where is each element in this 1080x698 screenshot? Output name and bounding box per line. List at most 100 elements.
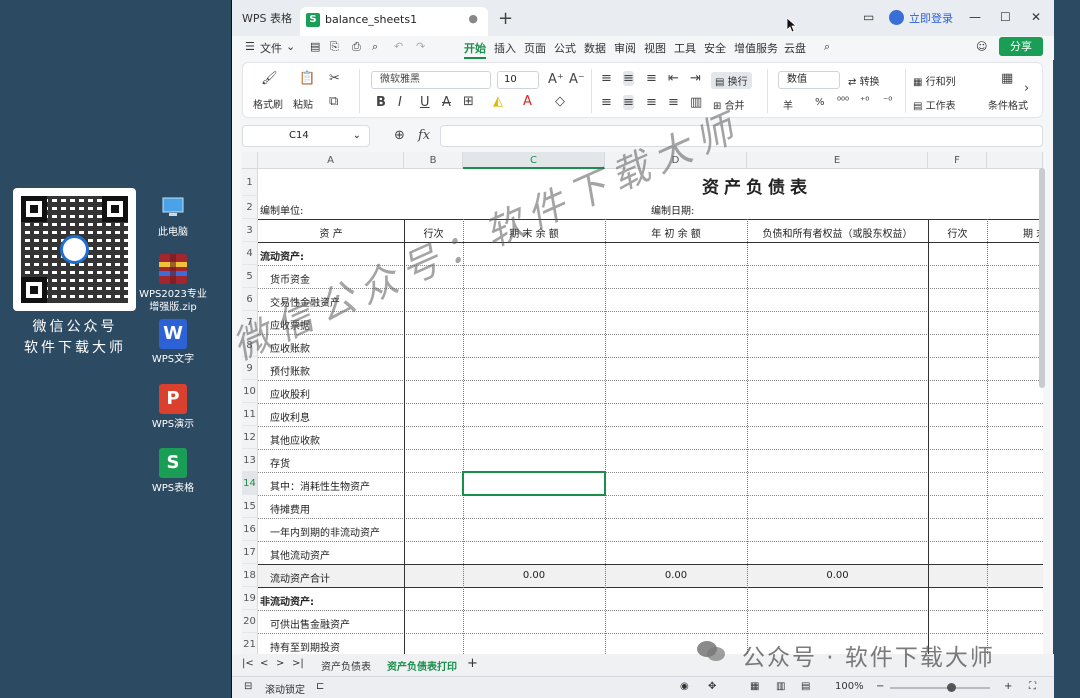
spreadsheet-grid[interactable]: A B C D E F 1 2 3 4 流动资产: 5 货币资金 6 交易性金融资产 7 应收票据 8…: [242, 152, 1043, 654]
cell-a[interactable]: 流动资产合计: [270, 570, 330, 585]
desktop-icon-zip[interactable]: WPS2023专业增强版.zip: [139, 254, 207, 314]
desktop-icon-wps-writer[interactable]: W WPS文字: [139, 319, 207, 366]
window-layout-icon[interactable]: ▭: [863, 10, 874, 24]
row-header[interactable]: 1: [242, 169, 258, 196]
align-center-icon[interactable]: ≡: [623, 95, 634, 110]
menu-data[interactable]: 数据: [584, 40, 606, 56]
menu-value-added[interactable]: 增值服务: [734, 40, 778, 56]
fullscreen-icon[interactable]: ⛶: [1029, 681, 1036, 692]
row-header[interactable]: 18: [242, 564, 258, 587]
header-cell[interactable]: 资 产: [258, 225, 404, 240]
next-sheet-icon[interactable]: >: [276, 658, 284, 669]
menu-security[interactable]: 安全: [704, 40, 726, 56]
font-size-select[interactable]: 10: [497, 71, 539, 89]
reading-mode-icon[interactable]: ✥: [708, 681, 716, 692]
sheet-tab-balance-print[interactable]: 资产负债表打印: [387, 658, 457, 673]
zoom-out-icon[interactable]: −: [876, 681, 884, 692]
cell-a[interactable]: 预付账款: [270, 363, 310, 378]
column-header-g[interactable]: [987, 152, 1043, 169]
row-col-button[interactable]: ▦ 行和列: [913, 73, 956, 88]
date-label[interactable]: 编制日期:: [651, 202, 694, 217]
justify-icon[interactable]: ≡: [668, 95, 679, 110]
menu-formula[interactable]: 公式: [554, 40, 576, 56]
share-button[interactable]: 分享: [999, 37, 1043, 56]
paste-button[interactable]: 粘贴: [293, 96, 313, 111]
worksheet-button[interactable]: ▤ 工作表: [913, 97, 956, 112]
select-all-corner[interactable]: [242, 152, 258, 169]
scroll-lock-status[interactable]: 滚动锁定: [265, 681, 305, 696]
number-format-select[interactable]: 数值: [778, 71, 840, 89]
decrease-decimal-icon[interactable]: ⁻⁰: [883, 96, 892, 107]
currency-button[interactable]: 羊: [783, 97, 793, 112]
unit-label[interactable]: 编制单位:: [260, 202, 303, 217]
menu-icon[interactable]: ☰: [245, 40, 255, 53]
page-break-icon[interactable]: ▤: [801, 681, 810, 692]
copy-icon[interactable]: ⧉: [329, 94, 338, 109]
row-header[interactable]: 11: [242, 403, 258, 426]
macro-icon[interactable]: ⊟: [244, 681, 252, 692]
align-middle-icon[interactable]: ≡: [623, 71, 634, 86]
selected-cell[interactable]: [462, 471, 606, 496]
vertical-scrollbar[interactable]: [1039, 168, 1045, 388]
desktop-icon-wps-spreadsheet[interactable]: S WPS表格: [139, 448, 207, 495]
align-bottom-icon[interactable]: ≡: [646, 71, 657, 86]
feedback-icon[interactable]: ☺: [976, 40, 987, 53]
cell-a[interactable]: 流动资产:: [260, 248, 304, 263]
row-header[interactable]: 17: [242, 541, 258, 564]
header-cell[interactable]: 年 初 余 额: [605, 225, 747, 240]
redo-icon[interactable]: ↷: [416, 40, 425, 53]
wrap-text-button[interactable]: ▤ 换行: [711, 72, 752, 89]
row-header[interactable]: 15: [242, 495, 258, 518]
conditional-format-button[interactable]: 条件格式: [988, 97, 1028, 112]
zoom-slider-knob[interactable]: [947, 683, 956, 692]
menu-start[interactable]: 开始: [464, 40, 486, 59]
cell-a[interactable]: 存货: [270, 455, 290, 470]
cell-a[interactable]: 其他流动资产: [270, 547, 330, 562]
row-header[interactable]: 16: [242, 518, 258, 541]
first-sheet-icon[interactable]: |<: [242, 658, 254, 669]
total-value[interactable]: 0.00: [463, 570, 605, 581]
column-header-f[interactable]: F: [928, 152, 987, 169]
header-cell[interactable]: 负债和所有者权益（或股东权益）: [747, 225, 928, 240]
menu-view[interactable]: 视图: [644, 40, 666, 56]
align-top-icon[interactable]: ≡: [601, 71, 612, 86]
cell-a[interactable]: 应收股利: [270, 386, 310, 401]
convert-button[interactable]: ⇄ 转换: [848, 73, 880, 88]
menu-file[interactable]: 文件: [260, 40, 282, 56]
row-header[interactable]: 20: [242, 610, 258, 633]
increase-decimal-icon[interactable]: ⁺⁰: [860, 96, 869, 107]
prev-sheet-icon[interactable]: <: [260, 658, 268, 669]
zoom-in-icon[interactable]: +: [1004, 681, 1012, 692]
italic-icon[interactable]: I: [398, 95, 402, 110]
zoom-search-icon[interactable]: ⊕: [394, 128, 405, 143]
print-preview-icon[interactable]: ⌕: [372, 40, 378, 54]
cell-a[interactable]: 其中：消耗性生物资产: [270, 478, 370, 493]
font-name-select[interactable]: 微软雅黑: [371, 71, 491, 89]
cell-a[interactable]: 持有至到期投资: [270, 639, 340, 654]
name-box[interactable]: C14 ⌄: [242, 125, 370, 147]
increase-font-icon[interactable]: A⁺: [548, 72, 564, 87]
chevron-right-icon[interactable]: ›: [1024, 81, 1029, 96]
add-sheet-button[interactable]: +: [467, 656, 478, 671]
row-header[interactable]: 12: [242, 426, 258, 449]
sheet-icon[interactable]: ⊏: [316, 681, 324, 692]
cell-a[interactable]: 可供出售金融资产: [270, 616, 350, 631]
cell-a[interactable]: 一年内到期的非流动资产: [270, 524, 380, 539]
menu-cloud[interactable]: 云盘: [784, 40, 806, 56]
total-value[interactable]: 0.00: [605, 570, 747, 581]
conditional-format-icon[interactable]: ▦: [1001, 71, 1013, 86]
row-header[interactable]: 19: [242, 587, 258, 610]
cell-a[interactable]: 应收利息: [270, 409, 310, 424]
thousands-icon[interactable]: ⁰⁰⁰: [837, 96, 849, 107]
row-header[interactable]: 13: [242, 449, 258, 472]
new-tab-button[interactable]: +: [498, 8, 513, 29]
desktop-icon-this-pc[interactable]: 此电脑: [139, 192, 207, 239]
column-header-e[interactable]: E: [747, 152, 928, 169]
avatar[interactable]: [889, 10, 904, 25]
sheet-tab-balance[interactable]: 资产负债表: [321, 658, 371, 673]
cell-a[interactable]: 待摊费用: [270, 501, 310, 516]
increase-indent-icon[interactable]: ⇥: [690, 71, 701, 86]
normal-view-icon[interactable]: ▦: [750, 681, 759, 692]
close-tab-icon[interactable]: ●: [468, 12, 478, 25]
column-header-a[interactable]: A: [258, 152, 404, 169]
